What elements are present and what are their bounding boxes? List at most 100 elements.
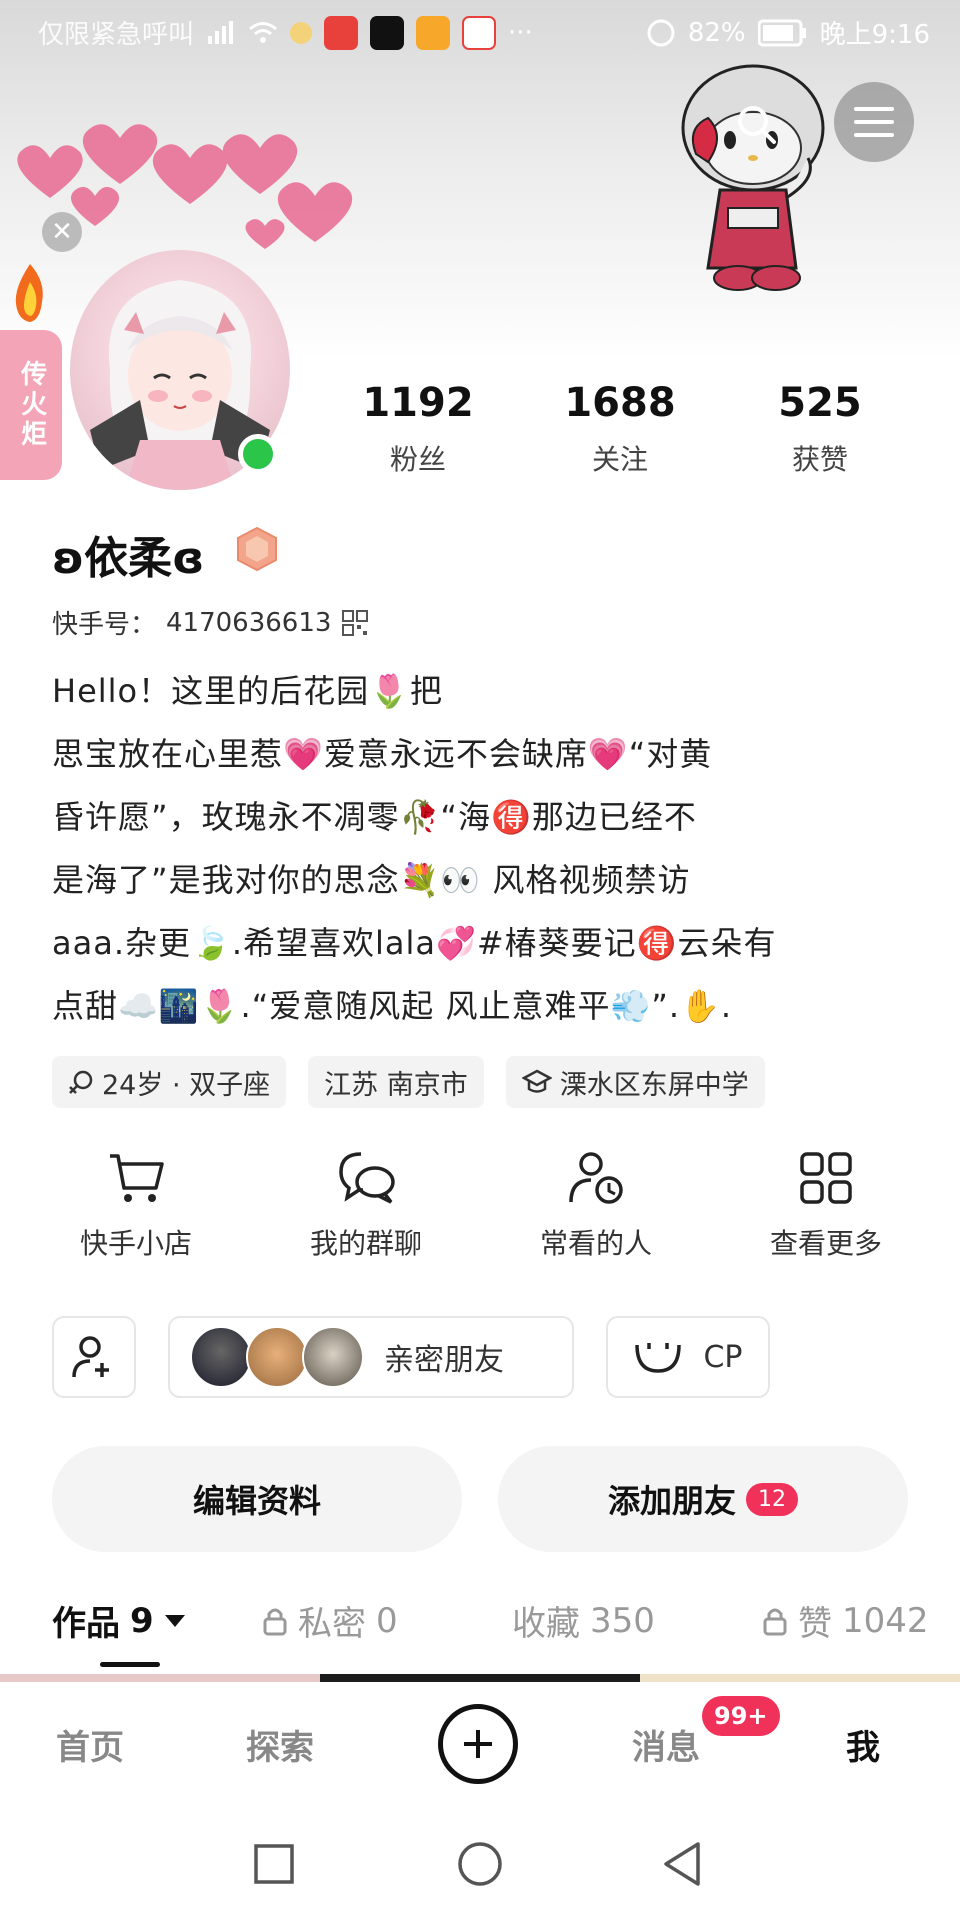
system-navigation-bar — [0, 1808, 960, 1920]
create-button[interactable] — [438, 1704, 518, 1784]
works-grid-preview[interactable] — [0, 1674, 960, 1682]
stat-following[interactable]: 1688 关注 — [530, 380, 710, 478]
app-notification-icon — [462, 15, 497, 50]
bio-line: aaa.杂更🍃.希望喜欢lala💞#椿葵要记🉐云朵有 — [52, 924, 777, 962]
plus-icon — [464, 1730, 492, 1758]
battery-percent: 82% — [687, 17, 746, 48]
app-notification-icon — [324, 15, 359, 50]
status-time: 晚上9:16 — [819, 20, 930, 50]
close-icon[interactable]: ✕ — [42, 212, 82, 252]
stat-label: 关注 — [591, 443, 648, 476]
active-tab-indicator — [100, 1662, 160, 1667]
tab-label: 作品 — [52, 1604, 120, 1644]
gender-icon — [69, 1070, 93, 1094]
tab-favorites[interactable]: 收藏 350 — [512, 1596, 655, 1645]
add-person-icon — [72, 1336, 109, 1378]
quick-action-shop[interactable]: 快手小店 — [26, 1150, 246, 1262]
tab-private[interactable]: 私密 0 — [262, 1596, 398, 1645]
torch-fire-icon — [15, 264, 43, 322]
app-notification-icon — [370, 15, 405, 50]
lock-icon — [263, 1608, 287, 1635]
bio-line: 点甜☁️🌃🌷.“爱意随风起 风止意难平💨”.✋. — [52, 987, 733, 1025]
tag-text: 24岁 · 双子座 — [102, 1069, 271, 1101]
close-friends-pill[interactable]: 亲密朋友 — [168, 1316, 574, 1398]
grid-icon — [800, 1152, 852, 1204]
close-friends-label: 亲密朋友 — [384, 1343, 504, 1378]
quick-action-frequent-people[interactable]: 常看的人 — [486, 1150, 706, 1262]
cart-icon — [110, 1154, 164, 1202]
quick-action-more[interactable]: 查看更多 — [716, 1150, 936, 1262]
kuaishou-id-value: 4170636613 — [166, 607, 332, 638]
status-carrier-text: 仅限紧急呼叫 — [38, 20, 195, 50]
stat-label: 粉丝 — [389, 443, 446, 476]
tag-location[interactable]: 江苏 南京市 — [308, 1056, 484, 1108]
lock-icon — [763, 1608, 787, 1635]
stat-likes[interactable]: 525 获赞 — [730, 380, 910, 478]
tab-count: 9 — [130, 1600, 154, 1641]
messages-badge: 99+ — [702, 1696, 780, 1736]
nav-messages[interactable]: 消息 — [632, 1720, 700, 1769]
tab-label: 私密 — [298, 1604, 366, 1644]
tab-count: 1042 — [842, 1600, 929, 1641]
tag-school[interactable]: 溧水区东屏中学 — [505, 1056, 765, 1108]
tab-likes[interactable]: 赞 1042 — [762, 1596, 929, 1645]
nav-me[interactable]: 我 — [846, 1720, 880, 1769]
battery-saver-icon — [647, 19, 675, 46]
status-more: ··· — [508, 17, 533, 48]
search-icon — [738, 106, 776, 144]
stat-value: 525 — [778, 380, 862, 426]
stat-value: 1192 — [362, 380, 474, 426]
stat-followers[interactable]: 1192 粉丝 — [328, 380, 508, 478]
back-icon[interactable] — [660, 1840, 704, 1888]
tag-text: 溧水区东屏中学 — [559, 1069, 749, 1101]
group-chat-icon — [339, 1152, 395, 1204]
quick-action-label: 常看的人 — [539, 1227, 652, 1260]
app-notification-icon — [290, 21, 313, 44]
content-tabs: 作品 9 私密 0 收藏 350 赞 1042 — [0, 1596, 960, 1652]
battery-icon — [757, 19, 806, 46]
tab-label: 收藏 — [512, 1604, 580, 1644]
tab-works[interactable]: 作品 9 — [52, 1596, 186, 1645]
tag-age-zodiac[interactable]: 24岁 · 双子座 — [52, 1056, 287, 1108]
tag-text: 江苏 南京市 — [324, 1069, 468, 1101]
frequent-people-icon — [569, 1152, 623, 1204]
friend-avatar — [190, 1326, 252, 1388]
chevron-down-icon — [164, 1614, 185, 1627]
stat-label: 获赞 — [791, 443, 848, 476]
tab-count: 0 — [376, 1600, 398, 1641]
torch-tab[interactable]: 传火炬 — [0, 330, 62, 480]
menu-icon — [854, 107, 894, 137]
recent-apps-icon[interactable] — [252, 1842, 296, 1886]
add-friend-pill[interactable] — [52, 1316, 136, 1398]
menu-button[interactable] — [834, 82, 914, 162]
search-button[interactable] — [716, 84, 796, 164]
bio-line: 是海了”是我对你的思念💐👀 风格视频禁访 — [52, 861, 691, 899]
school-icon — [521, 1069, 552, 1093]
bio-line: Hello！这里的后花园🌷把 — [52, 672, 443, 710]
kuaishou-id-label: 快手号： — [52, 610, 157, 640]
bio-line: 思宝放在心里惹💗爱意永远不会缺席💗“对黄 — [52, 735, 713, 773]
bio-text: Hello！这里的后花园🌷把 思宝放在心里惹💗爱意永远不会缺席💗“对黄 昏许愿”… — [52, 660, 912, 1038]
app-notification-icon — [416, 15, 451, 50]
add-friends-label: 添加朋友 — [607, 1482, 736, 1520]
level-badge-icon[interactable] — [234, 526, 280, 572]
stat-value: 1688 — [564, 380, 676, 426]
tab-label: 赞 — [798, 1604, 832, 1644]
home-icon[interactable] — [456, 1840, 504, 1888]
nav-explore[interactable]: 探索 — [246, 1720, 314, 1769]
quick-action-label: 查看更多 — [769, 1227, 882, 1260]
online-status-dot — [238, 434, 278, 474]
tab-count: 350 — [590, 1600, 655, 1641]
quick-action-group-chat[interactable]: 我的群聊 — [256, 1150, 476, 1262]
friend-avatar — [302, 1326, 364, 1388]
cp-pill[interactable]: CP — [606, 1316, 770, 1398]
quick-action-label: 快手小店 — [79, 1227, 192, 1260]
edit-profile-button[interactable]: 编辑资料 — [52, 1446, 462, 1552]
profile-tags: 24岁 · 双子座 江苏 南京市 溧水区东屏中学 — [52, 1056, 765, 1108]
nav-home[interactable]: 首页 — [56, 1720, 124, 1769]
qr-code-icon[interactable] — [341, 609, 369, 637]
kuaishou-id[interactable]: 快手号： 4170636613 — [52, 604, 369, 641]
add-friends-button[interactable]: 添加朋友 12 — [498, 1446, 908, 1552]
torch-tab-label: 传火炬 — [16, 360, 47, 450]
add-friends-count-badge: 12 — [746, 1482, 798, 1516]
